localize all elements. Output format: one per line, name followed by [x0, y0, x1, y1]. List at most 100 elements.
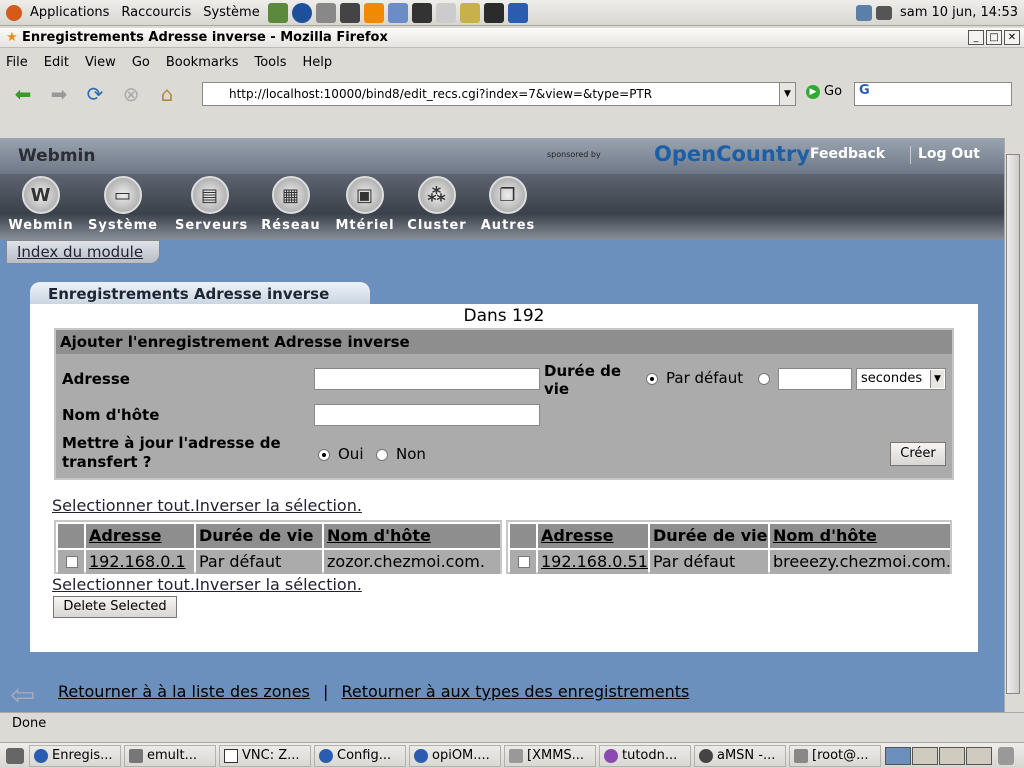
show-desktop-icon[interactable]	[6, 747, 24, 764]
task-root[interactable]: [root@...	[789, 744, 881, 767]
webmin-logo[interactable]: Webmin	[18, 146, 96, 166]
row-address-link[interactable]: 192.168.0.1	[86, 550, 194, 574]
forward-icon[interactable]: ➡	[46, 81, 72, 107]
update-yes-radio[interactable]	[318, 449, 330, 461]
vertical-scrollbar[interactable]	[1004, 138, 1020, 712]
trash-icon[interactable]	[998, 746, 1014, 765]
launcher-bluetooth-icon[interactable]	[507, 2, 528, 23]
column-header-hostname[interactable]: Nom d'hôte	[770, 524, 950, 548]
task-vnc[interactable]: VNC: Z...	[219, 744, 311, 767]
row-address-link[interactable]: 192.168.0.51	[538, 550, 648, 574]
ttl-default-radio[interactable]	[646, 373, 658, 385]
category-webmin[interactable]: W Webmin	[6, 176, 76, 233]
invert-selection-link[interactable]: Inverser la sélection.	[195, 496, 362, 515]
ttl-input[interactable]	[778, 368, 852, 390]
menu-raccourcis[interactable]: Raccourcis	[115, 5, 197, 20]
clock[interactable]: sam 10 jun, 14:53	[894, 5, 1024, 20]
volume-icon[interactable]	[875, 5, 892, 20]
launcher-firefox-icon[interactable]	[291, 2, 312, 23]
launcher-mail-icon[interactable]	[315, 2, 336, 23]
category-serveurs[interactable]: ▤ Serveurs	[175, 176, 247, 233]
window-titlebar: ★ Enregistrements Adresse inverse - Mozi…	[0, 28, 1024, 48]
row-ttl: Par défaut	[196, 550, 322, 574]
menu-file[interactable]: File	[6, 55, 28, 70]
module-index-link[interactable]: Index du module	[6, 240, 160, 264]
logout-link[interactable]: Log Out	[918, 146, 980, 162]
home-icon[interactable]: ⌂	[154, 81, 180, 107]
launcher-clock-icon[interactable]	[435, 2, 456, 23]
row-checkbox[interactable]	[518, 556, 530, 568]
task-tutodn[interactable]: tutodn...	[599, 744, 691, 767]
select-all-link[interactable]: Selectionner tout.	[52, 496, 195, 515]
url-bar[interactable]: http://localhost:10000/bind8/edit_recs.c…	[202, 82, 796, 106]
launcher-xchat-icon[interactable]	[387, 2, 408, 23]
create-button[interactable]: Créer	[890, 442, 946, 466]
back-icon[interactable]: ⬅	[10, 81, 36, 107]
user-status-icon[interactable]	[855, 4, 872, 21]
task-xmms[interactable]: [XMMS...	[504, 744, 596, 767]
url-dropdown-icon[interactable]: ▼	[779, 83, 795, 105]
feedback-link[interactable]: Feedback	[810, 146, 885, 162]
network-icon: ▦	[272, 176, 310, 214]
address-input[interactable]	[314, 368, 540, 390]
task-enregis[interactable]: Enregis...	[29, 744, 121, 767]
computer-icon: ▭	[104, 176, 142, 214]
task-amsn[interactable]: aMSN -...	[694, 744, 786, 767]
column-header-address[interactable]: Adresse	[538, 524, 648, 548]
stop-icon[interactable]: ⊗	[118, 81, 144, 107]
menu-systeme[interactable]: Système	[197, 5, 265, 20]
launcher-terminal-icon[interactable]	[411, 2, 432, 23]
reload-icon[interactable]: ⟳	[82, 81, 108, 107]
menu-view[interactable]: View	[85, 55, 116, 70]
go-button[interactable]: ▶ Go	[806, 84, 842, 99]
launcher-console-icon[interactable]	[483, 2, 504, 23]
return-zones-link[interactable]: Retourner à à la liste des zones	[58, 682, 310, 701]
column-header-hostname[interactable]: Nom d'hôte	[324, 524, 500, 548]
select-all-link-bottom[interactable]: Selectionner tout.	[52, 575, 195, 594]
delete-selected-button[interactable]: Delete Selected	[53, 596, 177, 618]
menu-help[interactable]: Help	[303, 55, 333, 70]
footer-links: Retourner à à la liste des zones | Retou…	[58, 682, 689, 701]
task-config[interactable]: Config...	[314, 744, 406, 767]
menu-applications[interactable]: Applications	[24, 5, 115, 20]
maximize-button[interactable]: □	[986, 30, 1002, 45]
page-heading: Dans 192	[463, 306, 545, 326]
back-arrow-icon[interactable]: ⇦	[10, 678, 46, 712]
return-types-link[interactable]: Retourner à aux types des enregistrement…	[341, 682, 689, 701]
ttl-custom-radio[interactable]	[758, 373, 770, 385]
table-row	[58, 550, 84, 574]
menu-go[interactable]: Go	[132, 55, 150, 70]
page-viewport: Webmin sponsored by OpenCountry Feedback…	[0, 138, 1004, 712]
invert-selection-link-bottom[interactable]: Inverser la sélection.	[195, 575, 362, 594]
menu-tools[interactable]: Tools	[254, 55, 286, 70]
workspace-switcher[interactable]	[885, 746, 992, 765]
scrollbar-thumb[interactable]	[1006, 154, 1020, 694]
task-emult[interactable]: emult...	[124, 744, 216, 767]
launcher-people-icon[interactable]	[267, 2, 288, 23]
launcher-calculator-icon[interactable]	[339, 2, 360, 23]
row-checkbox[interactable]	[66, 556, 78, 568]
status-bar: Done	[0, 712, 1024, 734]
category-autres[interactable]: ❐ Autres	[473, 176, 543, 233]
opencountry-logo[interactable]: OpenCountry	[654, 142, 810, 166]
form-title-tab: Enregistrements Adresse inverse	[30, 282, 370, 306]
launcher-vlc-icon[interactable]	[363, 2, 384, 23]
column-header-address[interactable]: Adresse	[86, 524, 194, 548]
ttl-default-label: Par défaut	[666, 369, 744, 387]
search-input[interactable]: G	[854, 82, 1012, 106]
close-button[interactable]: ✕	[1004, 30, 1020, 45]
ubuntu-logo-icon[interactable]	[6, 4, 22, 21]
ttl-unit-select[interactable]: secondes ▼	[856, 368, 946, 390]
minimize-button[interactable]: _	[968, 30, 984, 45]
menu-edit[interactable]: Edit	[44, 55, 69, 70]
category-materiel[interactable]: ▣ Mtériel	[330, 176, 400, 233]
category-systeme[interactable]: ▭ Système	[88, 176, 158, 233]
category-reseau[interactable]: ▦ Réseau	[256, 176, 326, 233]
launcher-notes-icon[interactable]	[459, 2, 480, 23]
category-cluster[interactable]: ⁂ Cluster	[402, 176, 472, 233]
update-no-radio[interactable]	[376, 449, 388, 461]
task-opiom[interactable]: opiOM....	[409, 744, 501, 767]
hostname-input[interactable]	[314, 404, 540, 426]
hardware-icon: ▣	[346, 176, 384, 214]
menu-bookmarks[interactable]: Bookmarks	[166, 55, 239, 70]
